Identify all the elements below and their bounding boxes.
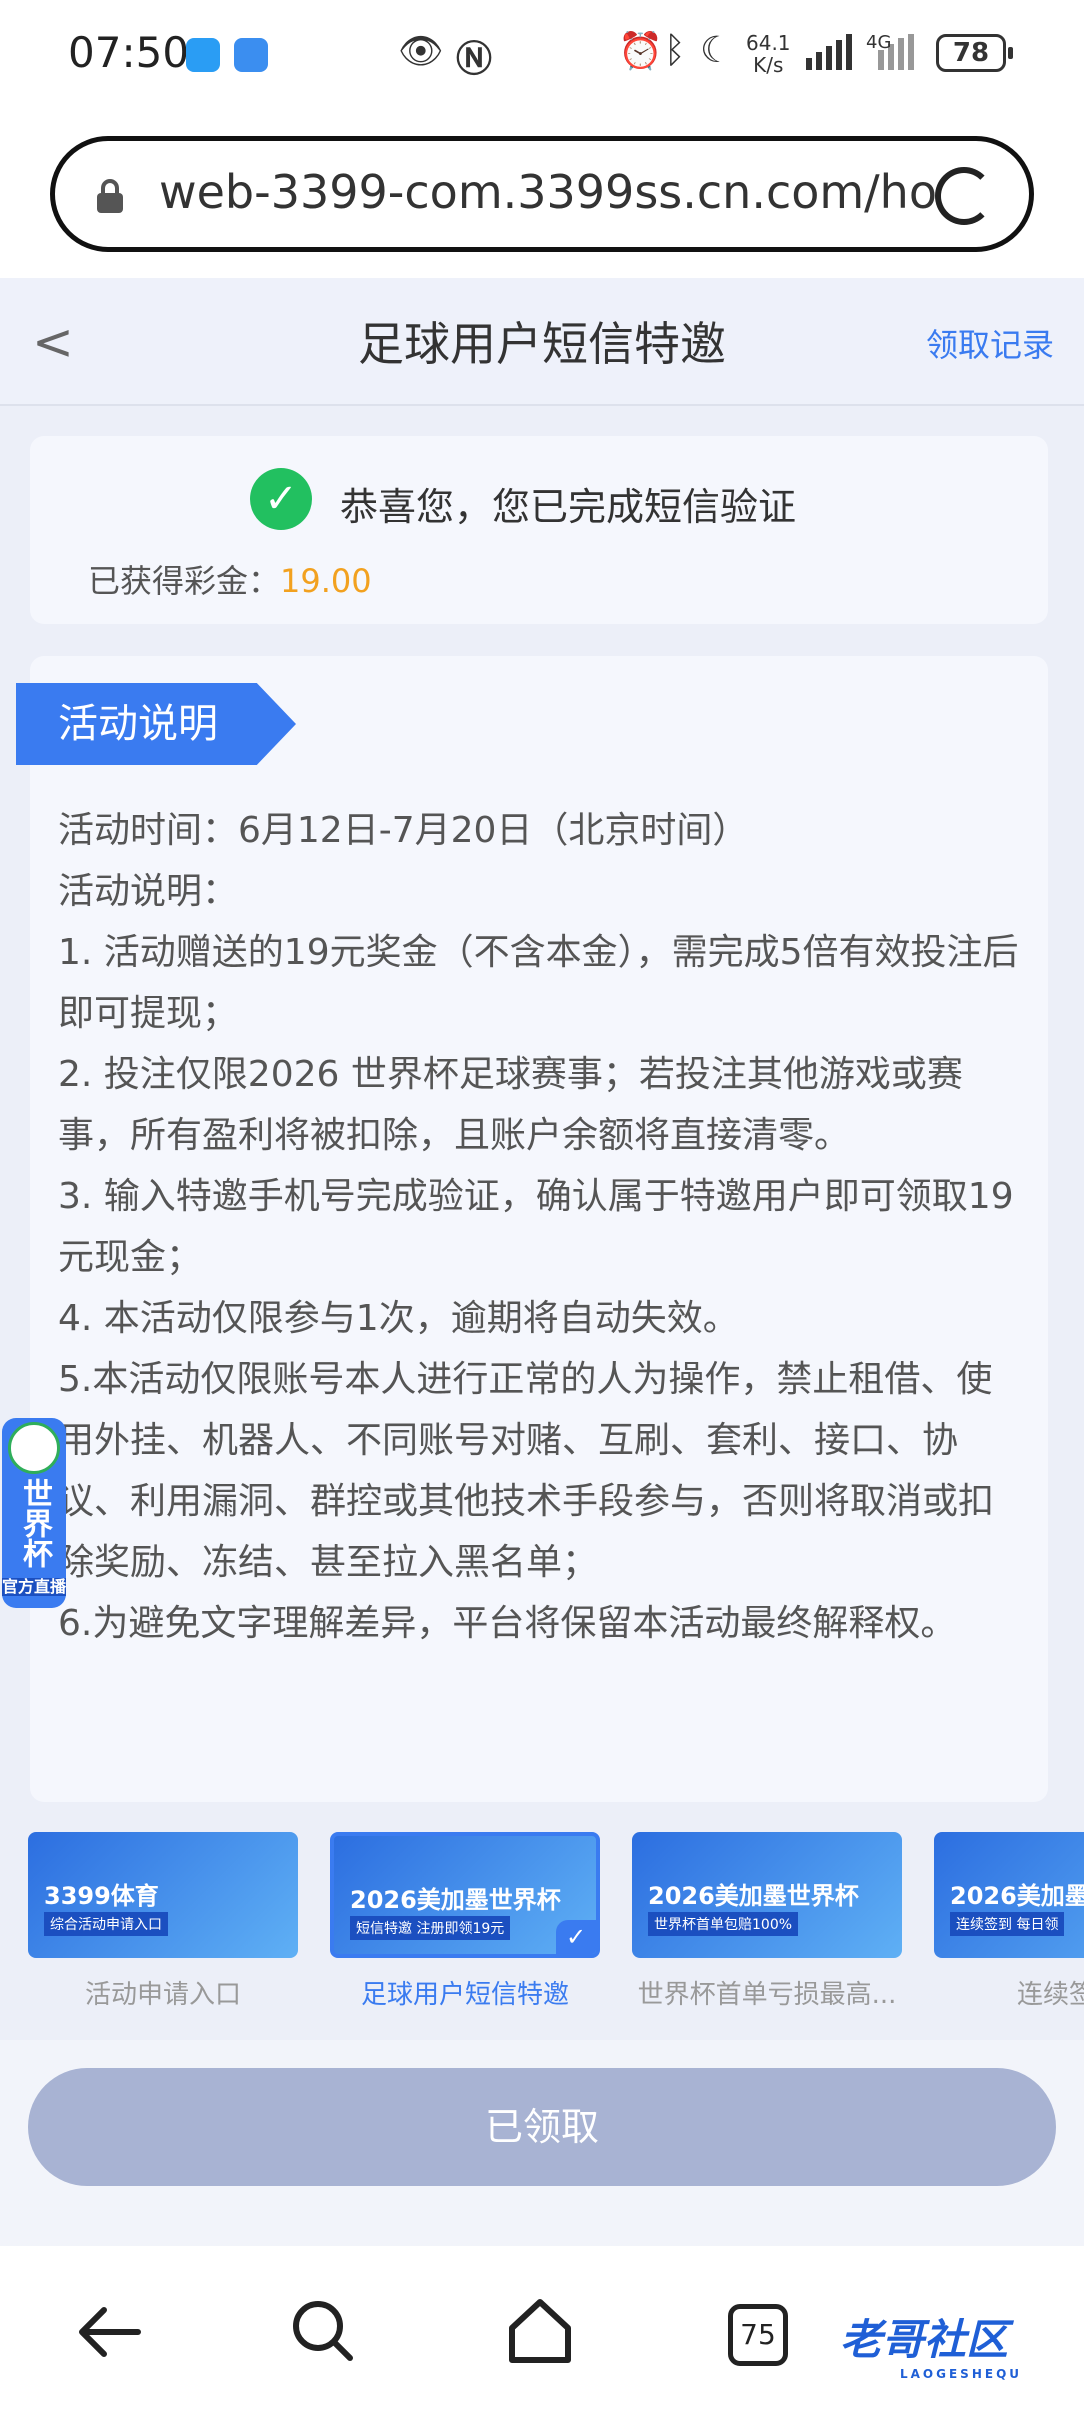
desc-line: 活动说明： (58, 871, 239, 912)
football-icon (8, 1422, 60, 1474)
clock: 07:50 (68, 28, 190, 77)
eye-icon: 👁 (398, 31, 444, 72)
bonus-label: 已获得彩金： (88, 562, 281, 600)
reload-icon[interactable] (935, 167, 993, 225)
nfc-icon: Ⓝ (456, 39, 493, 80)
lock-icon (97, 179, 123, 213)
promo-image-title: 2026美加墨世 (950, 1882, 1084, 1910)
verify-card: ✓ 恭喜您，您已完成短信验证 已获得彩金：19.00 (30, 436, 1048, 624)
weather-app-icon (234, 38, 268, 72)
signal-icon (806, 34, 852, 70)
promo-image-title: 2026美加墨世界杯 (648, 1882, 859, 1910)
promo-label: 活动申请入口 (84, 1980, 241, 2010)
alarm-icon: ⏰ (618, 31, 663, 72)
claim-record-link[interactable]: 领取记录 (926, 320, 1054, 366)
desc-line: 3. 输入特邀手机号完成验证，确认属于特邀用户即可领取19元现金； (58, 1176, 1014, 1278)
verify-message: 恭喜您，您已完成短信验证 (340, 485, 797, 529)
desc-line: 4. 本活动仅限参与1次，逾期将自动失效。 (58, 1298, 739, 1339)
badge-sub: 官方直播 (2, 1577, 67, 1596)
bottom-action-bar: 已领取 (0, 2040, 1084, 2246)
url-text[interactable]: web-3399-com.3399ss.cn.com/ho (159, 165, 949, 219)
promo-item[interactable]: 2026美加墨世界杯 短信特邀 注册即领19元 ✓ 足球用户短信特邀 (330, 1832, 600, 2011)
search-icon[interactable] (290, 2298, 356, 2364)
net-speed: 64.1 K/s (746, 31, 791, 77)
claimed-button[interactable]: 已领取 (28, 2068, 1056, 2186)
promo-item[interactable]: 3399体育 综合活动申请入口 活动申请入口 (28, 1832, 298, 2011)
back-arrow-icon[interactable] (74, 2302, 144, 2362)
browser-nav-bar: 75 老哥社区 LAOGESHEQU (0, 2246, 1084, 2412)
page-header: < 足球用户短信特邀 领取记录 (0, 278, 1084, 406)
promo-image-sub: 综合活动申请入口 (44, 1912, 168, 1936)
desc-line: 2. 投注仅限2026 世界杯足球赛事；若投注其他游戏或赛事，所有盈利将被扣除，… (58, 1054, 963, 1156)
page-title: 足球用户短信特邀 (358, 317, 726, 371)
promo-image: 2026美加墨世界杯 世界杯首单包赔100% (632, 1832, 902, 1958)
desc-line: 活动时间：6月12日-7月20日（北京时间） (58, 810, 749, 851)
promo-image-sub: 短信特邀 注册即领19元 (350, 1916, 511, 1940)
moon-icon: ☾ (700, 30, 733, 71)
signal-icon (878, 34, 914, 70)
tabs-button[interactable]: 75 (728, 2304, 788, 2366)
promo-item[interactable]: 2026美加墨世界杯 世界杯首单包赔100% 世界杯首单亏损最高... (632, 1832, 902, 2011)
promo-label: 连续签到 (1016, 1980, 1084, 2010)
desc-line: 6.为避免文字理解差异，平台将保留本活动最终解释权。 (58, 1603, 957, 1644)
desc-line: 1. 活动赠送的19元奖金（不含本金），需完成5倍有效投注后即可提现； (58, 932, 1019, 1034)
bluetooth-icon: ᛒ (664, 30, 686, 71)
address-bar[interactable]: web-3399-com.3399ss.cn.com/ho (50, 136, 1034, 252)
chat-app-icon (186, 38, 220, 72)
status-bar: 07:50 👁 Ⓝ ⏰ ᛒ ☾ 64.1 K/s 4G 78 (0, 0, 1084, 120)
home-icon[interactable] (504, 2296, 576, 2366)
promo-image-title: 3399体育 (44, 1882, 159, 1910)
bonus-line: 已获得彩金：19.00 (88, 556, 372, 602)
check-icon: ✓ (250, 468, 312, 530)
promo-image-sub: 世界杯首单包赔100% (648, 1912, 799, 1936)
battery-icon: 78 (936, 34, 1013, 72)
watermark-logo: 老哥社区 LAOGESHEQU (840, 2315, 1023, 2381)
promo-image: 2026美加墨世界杯 短信特邀 注册即领19元 ✓ (330, 1832, 600, 1958)
activity-description: 活动时间：6月12日-7月20日（北京时间） 活动说明： 1. 活动赠送的19元… (58, 800, 1024, 1654)
badge-text: 世界杯 (17, 1478, 52, 1568)
promo-carousel[interactable]: 3399体育 综合活动申请入口 活动申请入口 2026美加墨世界杯 短信特邀 注… (28, 1832, 1084, 2012)
promo-image: 3399体育 综合活动申请入口 (28, 1832, 298, 1958)
browser-toolbar: web-3399-com.3399ss.cn.com/ho (0, 120, 1084, 278)
desc-line: 5.本活动仅限账号本人进行正常的人为操作，禁止租借、使用外挂、机器人、不同账号对… (58, 1359, 995, 1583)
promo-label: 世界杯首单亏损最高... (637, 1980, 897, 2010)
promo-image: 2026美加墨世 连续签到 每日领 (934, 1832, 1084, 1958)
promo-image-sub: 连续签到 每日领 (950, 1912, 1065, 1936)
promo-label: 足球用户短信特邀 (360, 1980, 569, 2010)
selected-check-icon: ✓ (556, 1920, 596, 1954)
bonus-value: 19.00 (280, 562, 372, 600)
promo-image-title: 2026美加墨世界杯 (350, 1886, 561, 1914)
promo-item[interactable]: 2026美加墨世 连续签到 每日领 连续签到 (934, 1832, 1084, 2011)
activity-tag: 活动说明 (16, 683, 296, 765)
